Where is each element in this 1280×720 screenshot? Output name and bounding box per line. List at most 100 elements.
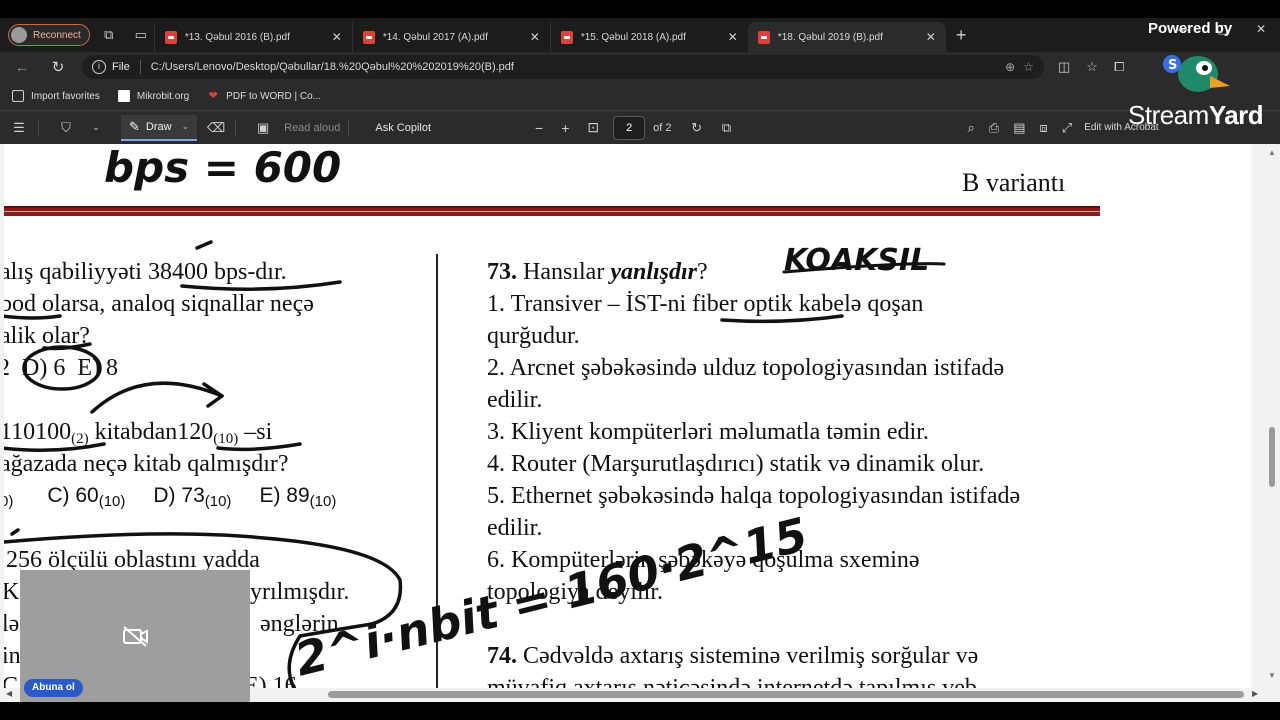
q73-item: 4. Router (Marşurutlaşdırıcı) statik və … (487, 451, 985, 477)
q73-item: edilir. (487, 515, 543, 541)
dot-mark (10, 528, 20, 536)
info-icon[interactable]: i (92, 60, 106, 74)
vertical-scrollbar[interactable]: ▲ ▼ (1264, 144, 1280, 688)
header-rule (4, 206, 1100, 216)
favorite-mikrobit[interactable]: Mikrobit.org (117, 90, 189, 102)
column-divider (436, 254, 438, 688)
left-text: kitabdan (94, 419, 178, 445)
rotate-icon[interactable]: ↻ (686, 117, 708, 139)
base-subscript: (10) (213, 431, 239, 447)
left-fragment: ənglərin (260, 611, 339, 637)
ask-copilot-button[interactable]: Ask Copilot (375, 122, 431, 134)
save-icon[interactable]: ▤ (1013, 120, 1025, 136)
print-icon[interactable]: ⎙ (989, 120, 999, 136)
left-line: bod olarsa, analoq siqnallar neçə (4, 291, 314, 317)
text-box-icon[interactable]: ▣ (252, 117, 274, 139)
favorites-icon[interactable]: ☆ (1086, 59, 1098, 75)
eraser-icon[interactable]: ⌫ (205, 117, 227, 139)
pdf-toolbar: ☰ ⛉ ⌄ ✎ Draw ⌄ ⌫ ▣ Read aloud Ask Copilo… (0, 110, 1280, 144)
filter-icon[interactable]: ⛉ (55, 117, 77, 139)
profile-button[interactable]: Reconnect (8, 24, 90, 46)
q73-item: topologiya deyilir. (487, 579, 663, 605)
search-icon[interactable]: ⌕ (968, 120, 975, 136)
page-total: of 2 (653, 121, 672, 134)
left-line: 110100(2) kitabdan120(10) –si (4, 418, 272, 453)
divider (38, 118, 39, 137)
back-arrow-icon[interactable]: ← (8, 55, 36, 79)
close-icon[interactable]: ✕ (332, 30, 342, 44)
scroll-down-icon[interactable]: ▼ (1268, 671, 1276, 680)
tab-qebul-2019[interactable]: *18. Qəbul 2019 (B).pdf ✕ (747, 22, 946, 52)
scroll-thumb[interactable] (1269, 427, 1275, 487)
camera-off-icon (123, 626, 148, 647)
close-icon[interactable]: ✕ (926, 30, 936, 44)
scroll-right-icon[interactable]: ▶ (1252, 689, 1258, 698)
favorite-star-icon[interactable]: ☆ (1023, 60, 1034, 74)
workspaces-icon[interactable]: ⧉ (96, 22, 122, 48)
extensions-icon[interactable]: ⧠ (1114, 59, 1124, 75)
left-fragment: yrılmışdır. (250, 579, 350, 605)
favorites-bar: Import favorites Mikrobit.org ❤ PDF to W… (0, 82, 1280, 110)
arrowhead-mark (202, 382, 224, 408)
draw-button[interactable]: ✎ Draw ⌄ (121, 114, 198, 141)
favorite-import[interactable]: Import favorites (12, 90, 100, 102)
close-icon[interactable]: ✕ (530, 30, 540, 44)
fit-page-icon[interactable]: ⊡ (587, 119, 599, 136)
draw-label: Draw (145, 120, 172, 133)
save-as-icon[interactable]: ⧈ (1040, 120, 1048, 136)
q73-item: 3. Kliyent kompüterləri məlumatla təmin … (487, 419, 929, 445)
answer-e: E) 89 (259, 484, 310, 507)
left-line: alik olar? (4, 323, 90, 349)
top-letterbox (0, 0, 1280, 18)
tab-qebul-2016[interactable]: *13. Qəbul 2016 (B).pdf ✕ (153, 22, 352, 52)
chevron-down-icon[interactable]: ⌄ (182, 121, 190, 132)
pdf-icon (164, 30, 177, 44)
left-fragment: K (4, 579, 20, 605)
left-fragment: E) 16 (244, 673, 297, 688)
left-line: alış qabiliyyəti 38400 bps-dır. (4, 259, 287, 285)
question-number: 73. (487, 259, 517, 285)
tab-qebul-2018[interactable]: *15. Qəbul 2018 (A).pdf ✕ (549, 22, 748, 52)
new-tab-plus-icon[interactable]: + (956, 25, 967, 46)
scroll-up-icon[interactable]: ▲ (1268, 148, 1276, 157)
avatar (11, 27, 27, 43)
pdf-icon (757, 30, 770, 44)
right-tools: ⌕ ⎙ ▤ ⧈ ⤢ (968, 120, 1073, 136)
page-icon (117, 90, 130, 102)
base-subscript: (2) (71, 431, 89, 447)
subscribe-badge[interactable]: Abuna ol (24, 679, 83, 697)
answer-c: C) 60 (47, 484, 99, 507)
divider (139, 60, 141, 74)
scroll-left-icon[interactable]: ◀ (6, 689, 12, 698)
split-screen-icon[interactable]: ◫ (1058, 59, 1070, 75)
page-view-icon[interactable]: ⧉ (716, 117, 738, 139)
pdf-icon (560, 30, 573, 44)
handwritten-note: KOAKSIL (784, 243, 929, 278)
refresh-icon[interactable]: ↻ (44, 55, 72, 79)
expand-icon[interactable]: ⤢ (1062, 120, 1072, 136)
left-answers: 0) C) 60(10) D) 73(10) E) 89(10) (4, 482, 336, 516)
streamyard-logo-icon: S (1163, 55, 1230, 92)
favorite-pdf-to-word[interactable]: ❤ PDF to WORD | Co... (207, 90, 321, 102)
import-icon (12, 90, 24, 102)
zoom-in-icon[interactable]: + (561, 120, 569, 136)
url-text[interactable]: C:/Users/Lenovo/Desktop/Qəbullar/18.%20Q… (151, 61, 997, 73)
pdf-heart-icon: ❤ (208, 90, 218, 102)
zoom-out-icon[interactable]: − (535, 120, 543, 136)
zoom-icon[interactable]: ⊕ (1005, 60, 1015, 74)
address-bar[interactable]: i File C:/Users/Lenovo/Desktop/Qəbullar/… (82, 55, 1044, 79)
close-icon[interactable]: ✕ (728, 30, 738, 44)
chevron-down-icon[interactable]: ⌄ (85, 117, 107, 139)
tab-title: *18. Qəbul 2019 (B).pdf (777, 31, 883, 43)
pdf-icon (362, 30, 375, 44)
read-aloud-button[interactable]: Read aloud (284, 122, 340, 134)
tab-actions-icon[interactable]: ▭ (128, 22, 154, 48)
tab-qebul-2017[interactable]: *14. Qəbul 2017 (A).pdf ✕ (351, 22, 550, 52)
scroll-thumb[interactable] (328, 691, 1244, 698)
divider (235, 118, 237, 137)
pen-icon: ✎ (129, 118, 140, 134)
page-number-input[interactable]: 2 (613, 115, 646, 140)
window-close-icon[interactable]: ✕ (1256, 22, 1266, 36)
contents-list-icon[interactable]: ☰ (8, 117, 30, 139)
answer-options: 2 D) 6 E) 8 (4, 355, 118, 381)
